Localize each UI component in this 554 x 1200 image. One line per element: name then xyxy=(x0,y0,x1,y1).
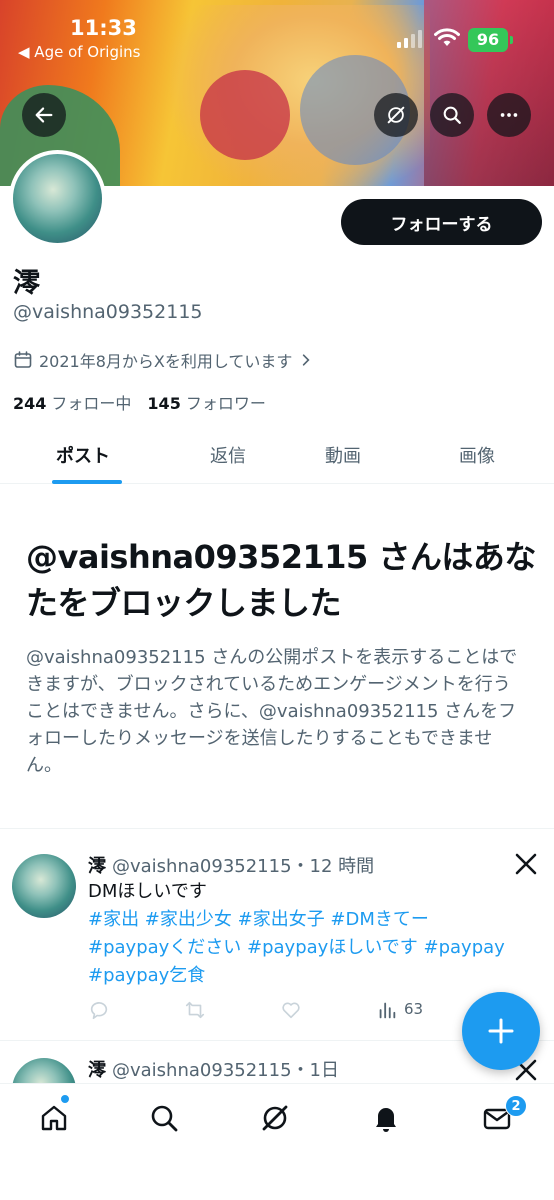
status-bar: 11:33 ◀ Age of Origins 96 xyxy=(0,0,554,61)
follow-stats: 244 フォロー中 145 フォロワー xyxy=(13,390,266,414)
tweet-hashtags[interactable]: #paypayください #paypayほしいです #paypay xyxy=(88,934,538,962)
grok-icon xyxy=(262,1105,288,1131)
tweet-hashtags[interactable]: #paypay乞食 xyxy=(88,962,538,990)
compose-post-button[interactable] xyxy=(462,992,540,1070)
repost-icon[interactable] xyxy=(184,999,206,1021)
followers-label: フォロワー xyxy=(185,394,266,413)
views-count: 63 xyxy=(404,1000,424,1018)
block-notice-title: @vaishna09352115 さんはあなたをブロックしました xyxy=(26,538,536,622)
following-count: 244 xyxy=(13,394,47,413)
chevron-right-icon xyxy=(303,354,310,366)
home-icon xyxy=(41,1105,67,1131)
wifi-icon xyxy=(434,28,460,46)
tweet-author-name[interactable]: 澪 xyxy=(88,856,106,877)
home-notification-dot xyxy=(60,1094,70,1104)
grok-button[interactable] xyxy=(374,93,418,137)
more-icon xyxy=(500,113,518,117)
profile-name: 澪 xyxy=(13,268,40,299)
tweet-actions: 63 xyxy=(88,998,468,1024)
block-notice-description: @vaishna09352115 さんの公開ポストを表示することはできますが、ブ… xyxy=(26,647,518,776)
plus-icon xyxy=(488,1018,514,1044)
bell-icon xyxy=(376,1108,396,1132)
tab-posts[interactable]: ポスト xyxy=(56,442,110,468)
like-icon[interactable] xyxy=(280,999,302,1021)
tweet-meta: @vaishna09352115・12 時間 xyxy=(112,856,375,877)
tweet-text: DMほしいです xyxy=(88,881,207,902)
tweet-header: 澪 @vaishna09352115・1日 xyxy=(88,1056,339,1082)
x-logo-icon xyxy=(515,853,537,875)
search-icon xyxy=(443,106,461,124)
following-label: フォロー中 xyxy=(51,394,132,413)
back-button[interactable] xyxy=(22,93,66,137)
tweet-author-name[interactable]: 澪 xyxy=(88,1060,106,1081)
followers-count: 145 xyxy=(147,394,181,413)
messages-badge: 2 xyxy=(505,1095,527,1117)
tweet-hashtags[interactable]: #家出 #家出少女 #家出女子 #DMきてー xyxy=(88,906,538,934)
following-link[interactable]: 244 フォロー中 xyxy=(13,390,131,414)
battery-indicator: 96 xyxy=(468,28,513,52)
profile-avatar[interactable] xyxy=(9,150,106,247)
active-tab-indicator xyxy=(52,480,122,484)
reply-icon[interactable] xyxy=(88,999,110,1021)
profile-handle: @vaishna09352115 xyxy=(13,301,203,323)
nav-home[interactable] xyxy=(38,1102,74,1138)
tab-replies[interactable]: 返信 xyxy=(210,442,246,468)
search-button[interactable] xyxy=(430,93,474,137)
bottom-navigation: 2 xyxy=(0,1083,554,1200)
divider xyxy=(0,828,554,829)
profile-tabs: ポスト 返信 動画 画像 xyxy=(0,430,554,484)
back-arrow-icon xyxy=(35,107,53,123)
cellular-signal-icon xyxy=(397,30,422,48)
search-icon xyxy=(151,1105,178,1132)
follow-button[interactable]: フォローする xyxy=(341,199,542,245)
more-button[interactable] xyxy=(487,93,531,137)
followers-link[interactable]: 145 フォロワー xyxy=(147,390,265,414)
views-icon[interactable] xyxy=(376,999,398,1021)
tweet-header: 澪 @vaishna09352115・12 時間 xyxy=(88,852,374,878)
tweet-body: DMほしいです #家出 #家出少女 #家出女子 #DMきてー #paypayくだ… xyxy=(88,878,538,990)
tab-images[interactable]: 画像 xyxy=(459,442,495,468)
joined-date[interactable]: 2021年8月からXを利用しています xyxy=(13,348,314,372)
calendar-icon xyxy=(14,351,32,368)
nav-search[interactable] xyxy=(148,1102,184,1138)
tab-videos[interactable]: 動画 xyxy=(325,442,361,468)
joined-text: 2021年8月からXを利用しています xyxy=(39,352,293,371)
nav-grok[interactable] xyxy=(259,1102,295,1138)
nav-notifications[interactable] xyxy=(370,1102,406,1138)
tweet-meta: @vaishna09352115・1日 xyxy=(112,1060,339,1081)
tweet-avatar[interactable] xyxy=(12,854,76,918)
status-time: 11:33 xyxy=(70,16,137,40)
grok-icon xyxy=(387,106,405,124)
back-to-app-link[interactable]: ◀ Age of Origins xyxy=(18,43,140,61)
